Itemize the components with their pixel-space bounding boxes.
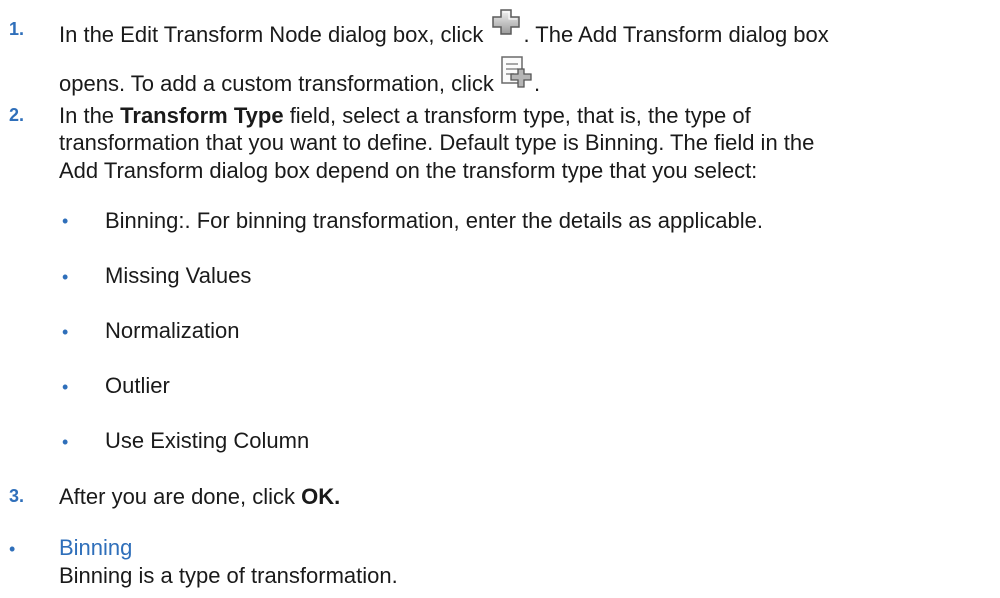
related-description: Binning is a type of transformation. [59,562,398,588]
bullet-icon: • [9,538,16,559]
list-item: Outlier [105,373,170,399]
list-item: Normalization [105,318,240,344]
step-number: 1. [9,19,25,40]
step-number: 3. [9,485,25,506]
bullet-icon: • [62,432,69,453]
binning-link[interactable]: Binning [59,532,132,563]
list-item: Missing Values [105,262,252,288]
step-text-line: Add Transform dialog box depend on the t… [59,157,758,183]
list-item: Use Existing Column [105,428,310,454]
document-page: 1. In the Edit Transform Node dialog box… [0,0,1000,598]
step-text-line: In the Transform Type field, select a tr… [59,102,751,128]
step-text-line: After you are done, click OK. [59,483,341,509]
field-name: Transform Type [120,102,284,128]
bullet-icon: • [62,211,69,232]
add-custom-transform-icon [500,55,534,89]
step-number: 2. [9,104,25,125]
bullet-icon: • [62,321,69,342]
step-text-line: In the Edit Transform Node dialog box, c… [59,9,829,50]
bullet-icon: • [62,376,69,397]
list-item: Binning:. For binning transformation, en… [105,207,763,233]
ok-label: OK. [301,483,341,509]
step-text-line: transformation that you want to define. … [59,130,815,156]
add-icon [491,8,521,36]
step-text-line: opens. To add a custom transformation, c… [59,55,540,99]
bullet-icon: • [62,266,69,287]
